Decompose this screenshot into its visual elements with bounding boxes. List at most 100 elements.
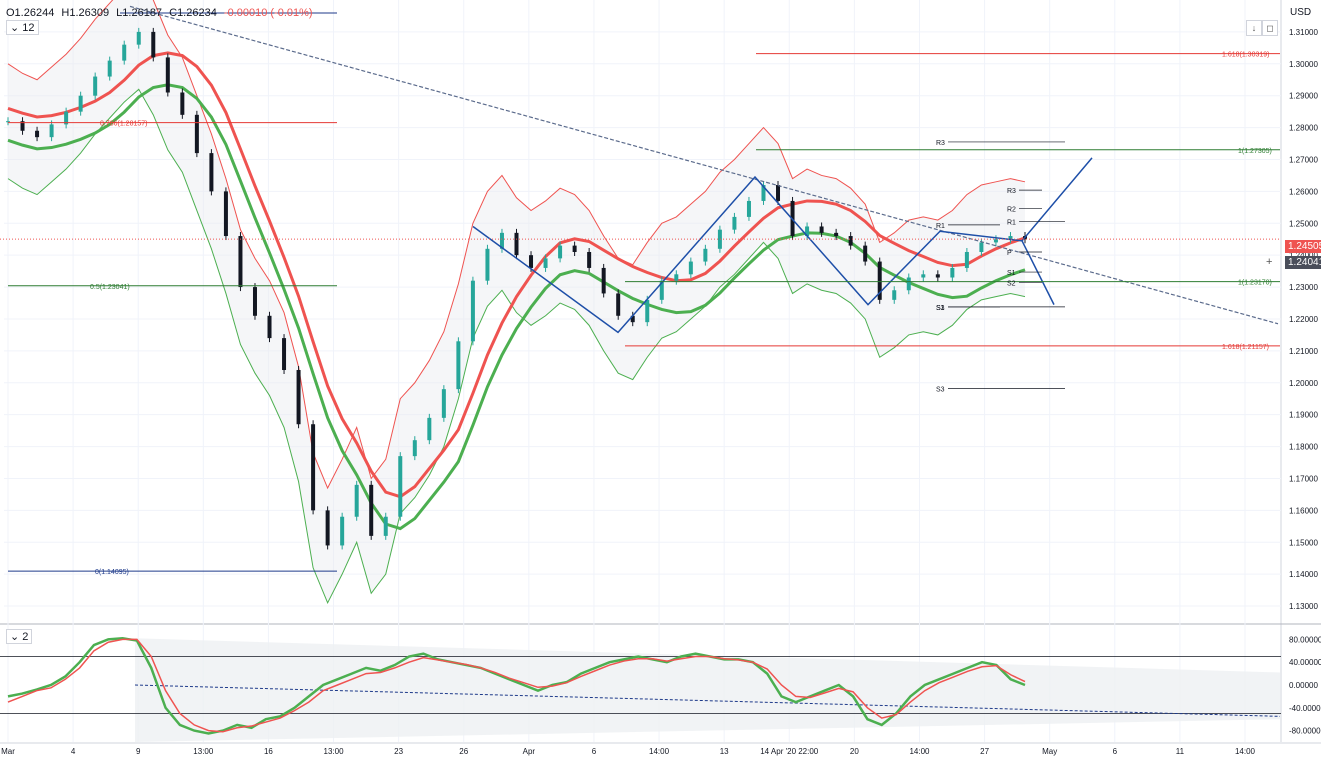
chart-svg[interactable]: 1.31000 1.30000 1.29000 1.28000 1.27000 1.260… [0,0,1321,761]
x-tick-label: 14:00 [1235,747,1256,756]
candle-body [732,216,737,230]
y-tick-label: 1.19000 [1289,411,1318,420]
chart-area[interactable]: 1.31000 1.30000 1.29000 1.28000 1.27000 1.260… [0,0,1321,761]
candle-body [892,290,897,300]
candle-body [223,191,228,237]
fib-level-label: 0.786(1.28157) [100,121,147,128]
candle-body [412,440,417,457]
plus-icon[interactable]: + [1266,256,1272,268]
fib-level-label: 0.5(1.23041) [90,284,130,291]
candle-body [746,200,751,217]
candle-body [674,274,679,281]
candle-body [950,267,955,278]
candle-body [906,277,911,291]
x-tick-label: 6 [592,747,597,756]
pivot-label: P [1007,250,1012,257]
chevron-down-icon: ⌄ [10,631,20,643]
candle-body [543,258,548,268]
change-value: -0.00010 (-0.01%) [223,7,313,19]
x-tick-label: Mar [1,747,15,756]
y-tick-label: 1.22000 [1289,315,1318,324]
candle-body [282,338,287,371]
candle-body [325,510,330,546]
oscillator-badge[interactable]: ⌄ 2 [6,629,33,644]
restore-icon[interactable]: ◻ [1262,20,1278,36]
interval-badge[interactable]: ⌄ 12 [6,20,39,35]
candle-body [354,484,359,517]
y-tick-label: 1.16000 [1289,506,1318,515]
pivot-label: S2 [1007,280,1016,287]
candle-body [383,516,388,536]
candle-body [427,417,432,441]
candle-body [398,456,403,517]
candle-body [252,287,257,316]
pivot-label: S1 [1007,270,1016,277]
y-tick-label: 1.23000 [1289,283,1318,292]
fib-level-label: 0(1.14095) [95,569,129,576]
osc-tick-label: 80.00000 [1289,635,1321,644]
y-tick-label: 1.17000 [1289,474,1318,483]
osc-tick-label: -80.00000 [1289,727,1321,736]
high-value: H1.26309 [61,7,110,19]
candle-body [456,341,461,390]
pivot-label: R1 [1007,220,1016,227]
candle-body [180,92,185,115]
y-tick-label: 1.20000 [1289,379,1318,388]
x-tick-label: 13:00 [193,747,214,756]
candle-body [514,232,519,256]
y-tick-label: 1.26000 [1289,187,1318,196]
x-tick-label: Apr [523,747,536,756]
candle-body [921,274,926,278]
fib-level-label: 1.618(1.30319) [1222,52,1269,59]
candle-body [587,251,592,268]
pivot-label: R3 [936,140,945,147]
channel-fill [8,0,1025,603]
y-tick-label: 1.25000 [1289,219,1318,228]
candle-body [863,245,868,262]
y-tick-label: 1.15000 [1289,538,1318,547]
y-tick-label: 1.31000 [1289,28,1318,37]
chevron-down-icon: ⌄ [10,22,20,34]
candle-body [964,251,969,268]
candle-body [78,95,83,112]
candle-body [93,76,98,96]
ohlc-legend: O1.26244 H1.26309 L1.26187 C1.26234 -0.0… [6,7,317,19]
last-price-tag: 1.24505 [1285,240,1321,253]
candle-body [267,315,272,339]
candle-body [645,299,650,323]
candle-body [470,280,475,342]
oscillator-count: 2 [22,631,29,643]
y-tick-label: 1.29000 [1289,92,1318,101]
candle-body [136,31,141,45]
pivot-label: R1 [936,223,945,230]
download-icon[interactable]: ↓ [1246,20,1262,36]
x-tick-label: 11 [1176,747,1185,756]
x-tick-label: 14 Apr '20 22:00 [760,747,819,756]
fib-level-label: 1(1.23170) [1238,280,1272,287]
pivot-label: R3 [1007,188,1016,195]
candle-body [49,124,54,138]
candle-body [993,239,998,243]
x-tick-label: 13 [720,747,729,756]
y-tick-label: 1.18000 [1289,443,1318,452]
x-tick-label: 14:00 [909,747,930,756]
x-tick-label: 27 [980,747,989,756]
candle-body [151,31,156,58]
close-value: C1.26234 [169,7,217,19]
candle-body [703,248,708,262]
currency-label: USD [1290,7,1312,18]
candle-body [194,114,199,154]
candle-body [441,389,446,418]
candle-body [311,424,316,511]
osc-tick-label: 40.00000 [1289,658,1321,667]
candle-body [819,226,824,233]
y-tick-label: 1.14000 [1289,570,1318,579]
y-tick-label: 1.30000 [1289,60,1318,69]
pivot-label: S1 [936,305,945,312]
candle-body [572,245,577,252]
x-tick-label: 6 [1113,747,1118,756]
candle-body [122,44,127,61]
open-value: O1.26244 [6,7,55,19]
y-tick-label: 1.28000 [1289,124,1318,133]
osc-tick-label: -40.00000 [1289,704,1321,713]
